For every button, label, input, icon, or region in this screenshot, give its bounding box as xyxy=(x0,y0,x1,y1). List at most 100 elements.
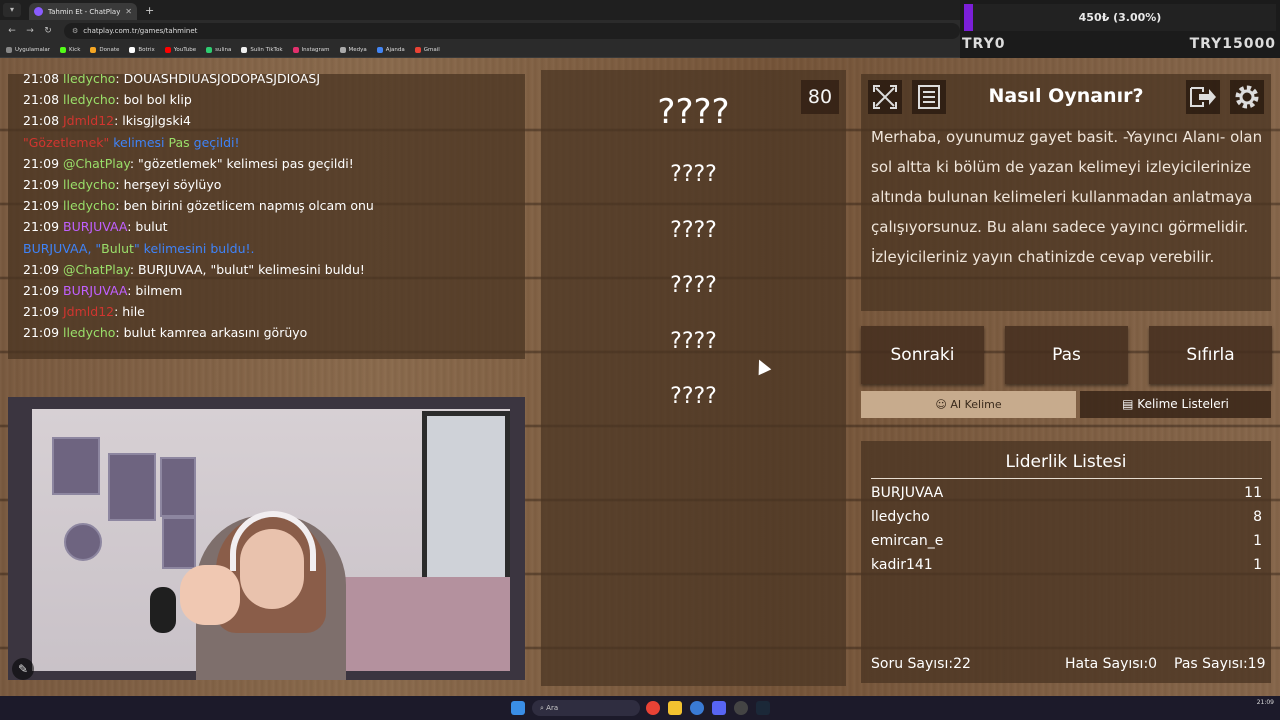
tab-title: Tahmin Et - ChatPlay xyxy=(48,7,121,16)
chat-time: 21:08 xyxy=(23,113,63,129)
chat-message: "Gözetlemek" kelimesi Pas geçildi! xyxy=(23,132,525,153)
bookmark-favicon-icon xyxy=(241,46,248,53)
poster-purple xyxy=(108,453,156,521)
word-lists-button[interactable]: ▤ Kelime Listeleri xyxy=(1080,391,1271,418)
chrome-icon[interactable] xyxy=(646,701,660,715)
reset-button[interactable]: Sıfırla xyxy=(1149,326,1272,384)
chat-username[interactable]: @ChatPlay xyxy=(63,156,130,171)
chat-time: 21:09 xyxy=(23,282,63,298)
steam-icon[interactable] xyxy=(756,701,770,715)
chat-username[interactable]: Jdmld12 xyxy=(63,304,114,319)
chat-time: 21:09 xyxy=(23,219,63,235)
fullscreen-icon[interactable] xyxy=(868,80,902,114)
chat-panel: 21:08 lledycho: DOUASHDIUASJODOPASJDIOAS… xyxy=(8,74,525,359)
chat-time: 21:09 xyxy=(23,261,63,277)
system-text: BURJUVAA, " xyxy=(23,240,102,256)
chat-username[interactable]: @ChatPlay xyxy=(63,262,130,277)
donation-goal-overlay: 450₺ (3.00%) TRY0 TRY15000 xyxy=(960,0,1280,58)
edit-icon[interactable]: ✎ xyxy=(12,658,34,680)
new-tab-icon[interactable]: + xyxy=(145,4,154,17)
settings-gear-icon[interactable] xyxy=(1230,80,1264,114)
url-field[interactable]: ⚙ chatplay.com.tr/games/tahminet xyxy=(64,23,960,39)
chat-message: 21:09 BURJUVAA: bulut xyxy=(23,216,525,237)
bookmark-item[interactable]: Sulin TikTok xyxy=(241,46,283,53)
chat-message: 21:09 BURJUVAA: bilmem xyxy=(23,280,525,301)
reload-icon[interactable]: ↻ xyxy=(42,26,54,36)
site-info-icon[interactable]: ⚙ xyxy=(72,27,78,35)
leaderboard-name: BURJUVAA xyxy=(871,485,944,501)
bookmark-item[interactable]: Uygulamalar xyxy=(6,46,50,53)
taskbar-search-text: Ara xyxy=(546,704,559,712)
chat-username[interactable]: lledycho xyxy=(63,92,115,107)
bookmark-item[interactable]: Botrix xyxy=(129,46,155,53)
forbidden-word: ???? xyxy=(670,217,717,243)
system-clock: 21:09 xyxy=(1256,699,1274,706)
leaderboard-row: lledycho 8 xyxy=(871,509,1262,533)
chat-text: : herşeyi söylüyo xyxy=(115,176,222,192)
bookmark-favicon-icon xyxy=(206,46,213,53)
windows-start-icon[interactable] xyxy=(511,701,525,715)
leaderboard-score: 8 xyxy=(1253,509,1262,525)
taskbar-search[interactable]: ⌕ Ara xyxy=(532,700,640,716)
chat-time: 21:09 xyxy=(23,304,63,320)
chat-username[interactable]: BURJUVAA xyxy=(63,283,127,298)
chat-text: : lkisgjlgski4 xyxy=(114,113,191,129)
streamer-hand xyxy=(180,565,240,625)
notes-icon[interactable] xyxy=(912,80,946,114)
bookmark-item[interactable]: sulina xyxy=(206,46,231,53)
forbidden-word: ???? xyxy=(670,162,717,187)
bookmark-favicon-icon xyxy=(414,46,421,53)
file-explorer-icon[interactable] xyxy=(668,701,682,715)
forward-icon[interactable]: → xyxy=(24,26,36,36)
bookmark-item[interactable]: Gmail xyxy=(414,46,440,53)
chat-username[interactable]: lledycho xyxy=(63,198,115,213)
bookmark-label: Instagram xyxy=(301,46,330,53)
chat-username[interactable]: Jdmld12 xyxy=(63,113,114,128)
goal-max-label: TRY15000 xyxy=(1189,36,1276,52)
bookmark-item[interactable]: Instagram xyxy=(292,46,330,53)
chat-text: : DOUASHDIUASJODOPASJDIOASJ xyxy=(115,74,321,86)
tab-active[interactable]: Tahmin Et - ChatPlay ✕ xyxy=(29,3,137,20)
howto-title: Nasıl Oynanır? xyxy=(988,85,1144,107)
pass-button[interactable]: Pas xyxy=(1005,326,1128,384)
chat-username[interactable]: lledycho xyxy=(63,74,115,86)
bookmark-item[interactable]: Kick xyxy=(60,46,81,53)
bookmark-favicon-icon xyxy=(164,46,171,53)
chat-username[interactable]: BURJUVAA xyxy=(63,219,127,234)
obs-icon[interactable] xyxy=(734,701,748,715)
bookmark-item[interactable]: Medya xyxy=(339,46,367,53)
chat-message: 21:09 @ChatPlay: "gözetlemek" kelimesi p… xyxy=(23,153,525,174)
bookmark-label: Kick xyxy=(69,46,81,53)
bookmark-label: Botrix xyxy=(138,46,155,53)
bookmark-favicon-icon xyxy=(6,46,12,53)
clipboard-icon: ▤ xyxy=(1122,397,1134,411)
chat-message: 21:09 lledycho: herşeyi söylüyo xyxy=(23,174,525,195)
chat-username[interactable]: lledycho xyxy=(63,177,115,192)
bookmark-item[interactable]: Ajanda xyxy=(376,46,405,53)
edge-icon[interactable] xyxy=(690,701,704,715)
goal-progress-bar: 450₺ (3.00%) xyxy=(964,4,1276,31)
system-text: Bulut xyxy=(101,240,134,256)
bookmark-item[interactable]: Donate xyxy=(90,46,119,53)
bookmark-label: Sulin TikTok xyxy=(250,46,283,53)
bookmarks-bar: Uygulamalar Kick Donate Botrix YouTube sulina… xyxy=(0,42,960,58)
next-button[interactable]: Sonraki xyxy=(861,326,984,384)
back-icon[interactable]: ← xyxy=(6,26,18,36)
chat-message: 21:08 Jdmld12: lkisgjlgski4 xyxy=(23,110,525,131)
webcam-lamp xyxy=(150,587,176,633)
tab-close-icon[interactable]: ✕ xyxy=(125,7,132,16)
exit-icon[interactable] xyxy=(1186,80,1220,114)
discord-icon[interactable] xyxy=(712,701,726,715)
tab-search-icon[interactable]: ▾ xyxy=(3,3,21,17)
chat-username[interactable]: lledycho xyxy=(63,325,115,340)
leaderboard-row: kadir141 1 xyxy=(871,557,1262,581)
webcam-window xyxy=(422,411,510,596)
system-text: "Gözetlemek" xyxy=(23,134,110,150)
bookmark-favicon-icon xyxy=(339,46,346,53)
forbidden-word: ???? xyxy=(670,273,717,298)
leaderboard-name: kadir141 xyxy=(871,557,933,573)
goal-progress-text: 450₺ (3.00%) xyxy=(1078,11,1162,24)
poster-spade xyxy=(162,517,196,569)
ai-word-button[interactable]: ☺ AI Kelime xyxy=(861,391,1076,418)
bookmark-item[interactable]: YouTube xyxy=(164,46,196,53)
